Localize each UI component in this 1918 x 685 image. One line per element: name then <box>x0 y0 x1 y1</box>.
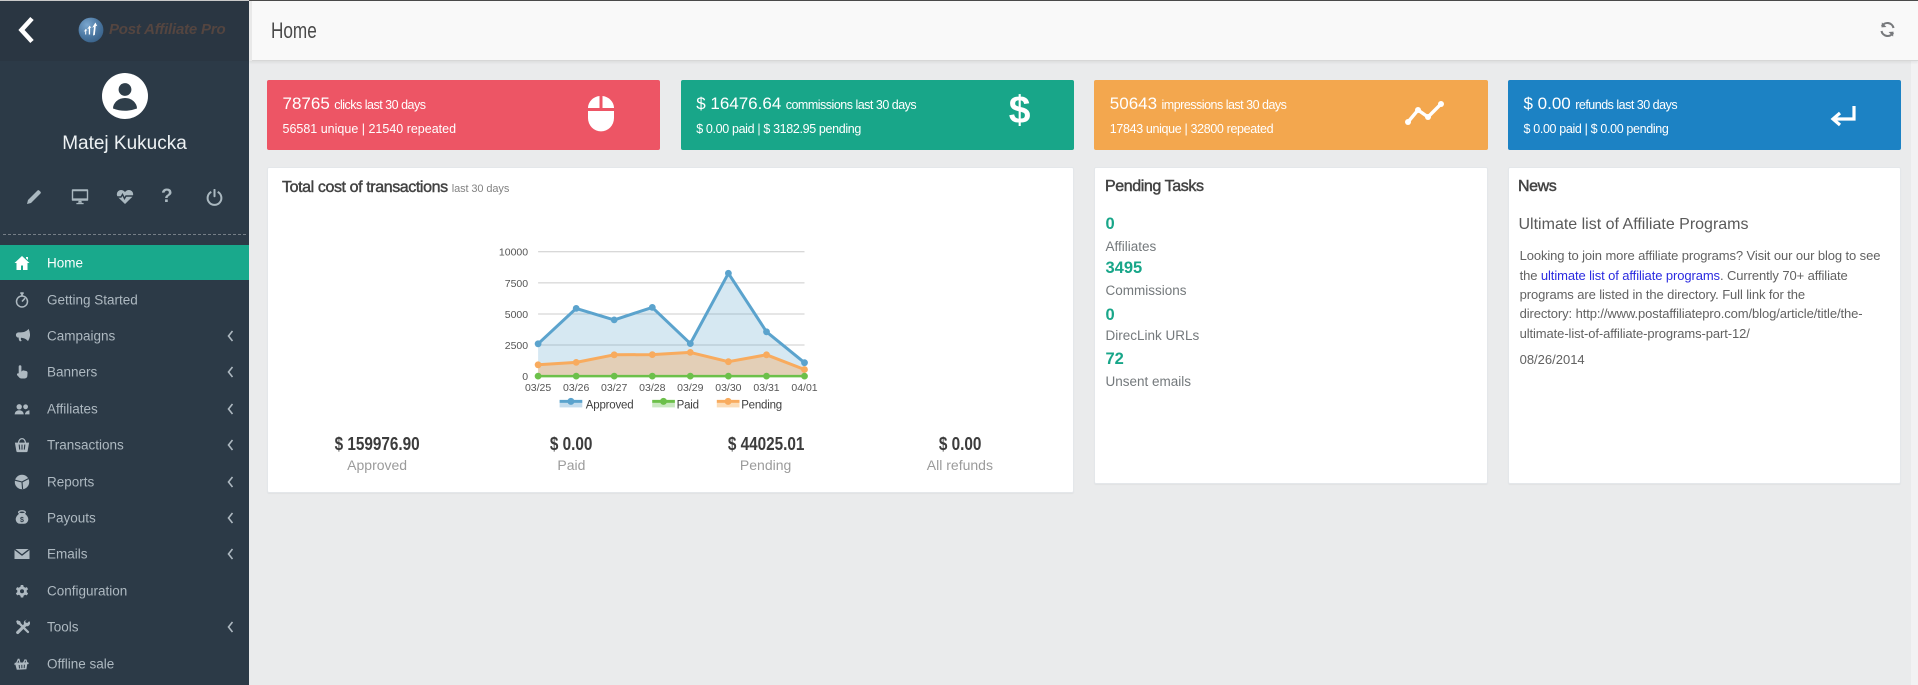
svg-text:2500: 2500 <box>505 340 529 352</box>
svg-text:03/28: 03/28 <box>639 382 665 394</box>
svg-text:7500: 7500 <box>505 278 529 290</box>
svg-text:Pending: Pending <box>741 400 782 412</box>
svg-text:03/25: 03/25 <box>525 382 551 394</box>
svg-text:03/27: 03/27 <box>601 382 627 394</box>
svg-text:10000: 10000 <box>499 247 528 259</box>
svg-text:Paid: Paid <box>677 400 699 412</box>
svg-text:Approved: Approved <box>586 400 634 412</box>
svg-text:03/30: 03/30 <box>715 382 741 394</box>
svg-text:5000: 5000 <box>505 309 529 321</box>
svg-text:03/31: 03/31 <box>753 382 779 394</box>
svg-text:04/01: 04/01 <box>791 382 817 394</box>
svg-text:03/29: 03/29 <box>677 382 703 394</box>
svg-text:03/26: 03/26 <box>563 382 589 394</box>
svg-text:$: $ <box>20 517 24 524</box>
